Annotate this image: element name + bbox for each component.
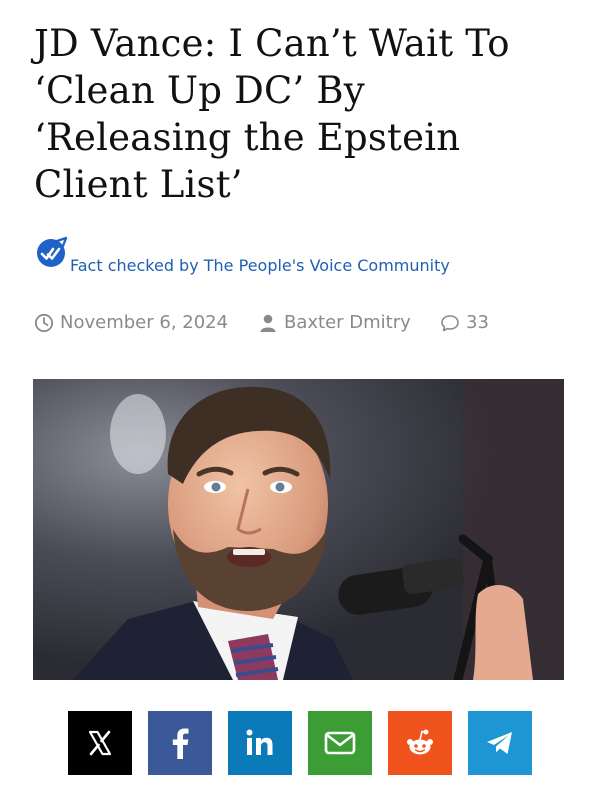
comment-icon xyxy=(441,314,459,331)
headline-line: ‘Releasing the Epstein xyxy=(34,116,461,159)
fact-check-link[interactable]: Fact checked by The People's Voice Commu… xyxy=(70,256,450,275)
linkedin-icon xyxy=(246,729,273,755)
reddit-share-button[interactable] xyxy=(388,711,452,775)
featured-image xyxy=(33,379,564,680)
headline-line: ‘Clean Up DC’ By xyxy=(34,69,365,112)
facebook-share-button[interactable] xyxy=(148,711,212,775)
verified-badge-icon xyxy=(37,236,68,267)
share-bar xyxy=(68,711,532,775)
article-meta: November 6, 2024 Baxter Dmitry 33 xyxy=(34,312,554,336)
telegram-share-button[interactable] xyxy=(468,711,532,775)
facebook-icon xyxy=(172,728,189,759)
comment-count-text: 33 xyxy=(466,312,489,333)
headline-line: Client List’ xyxy=(34,163,243,206)
x-icon xyxy=(88,730,112,756)
headline-line: JD Vance: I Can’t Wait To xyxy=(34,22,510,65)
x-share-button[interactable] xyxy=(68,711,132,775)
reddit-icon xyxy=(407,729,433,755)
author-name[interactable]: Baxter Dmitry xyxy=(284,312,411,333)
email-share-button[interactable] xyxy=(308,711,372,775)
author[interactable]: Baxter Dmitry xyxy=(258,312,411,333)
speaker-photo-illustration xyxy=(33,379,564,680)
telegram-icon xyxy=(487,732,512,754)
email-icon xyxy=(324,731,356,755)
linkedin-share-button[interactable] xyxy=(228,711,292,775)
date-text: November 6, 2024 xyxy=(60,312,229,333)
publish-date: November 6, 2024 xyxy=(34,312,228,333)
article-headline: JD Vance: I Can’t Wait To ‘Clean Up DC’ … xyxy=(34,20,574,208)
clock-icon xyxy=(34,313,54,332)
fact-check-banner: Fact checked by The People's Voice Commu… xyxy=(34,232,534,277)
comment-count[interactable]: 33 xyxy=(440,312,489,333)
user-icon xyxy=(260,314,276,332)
